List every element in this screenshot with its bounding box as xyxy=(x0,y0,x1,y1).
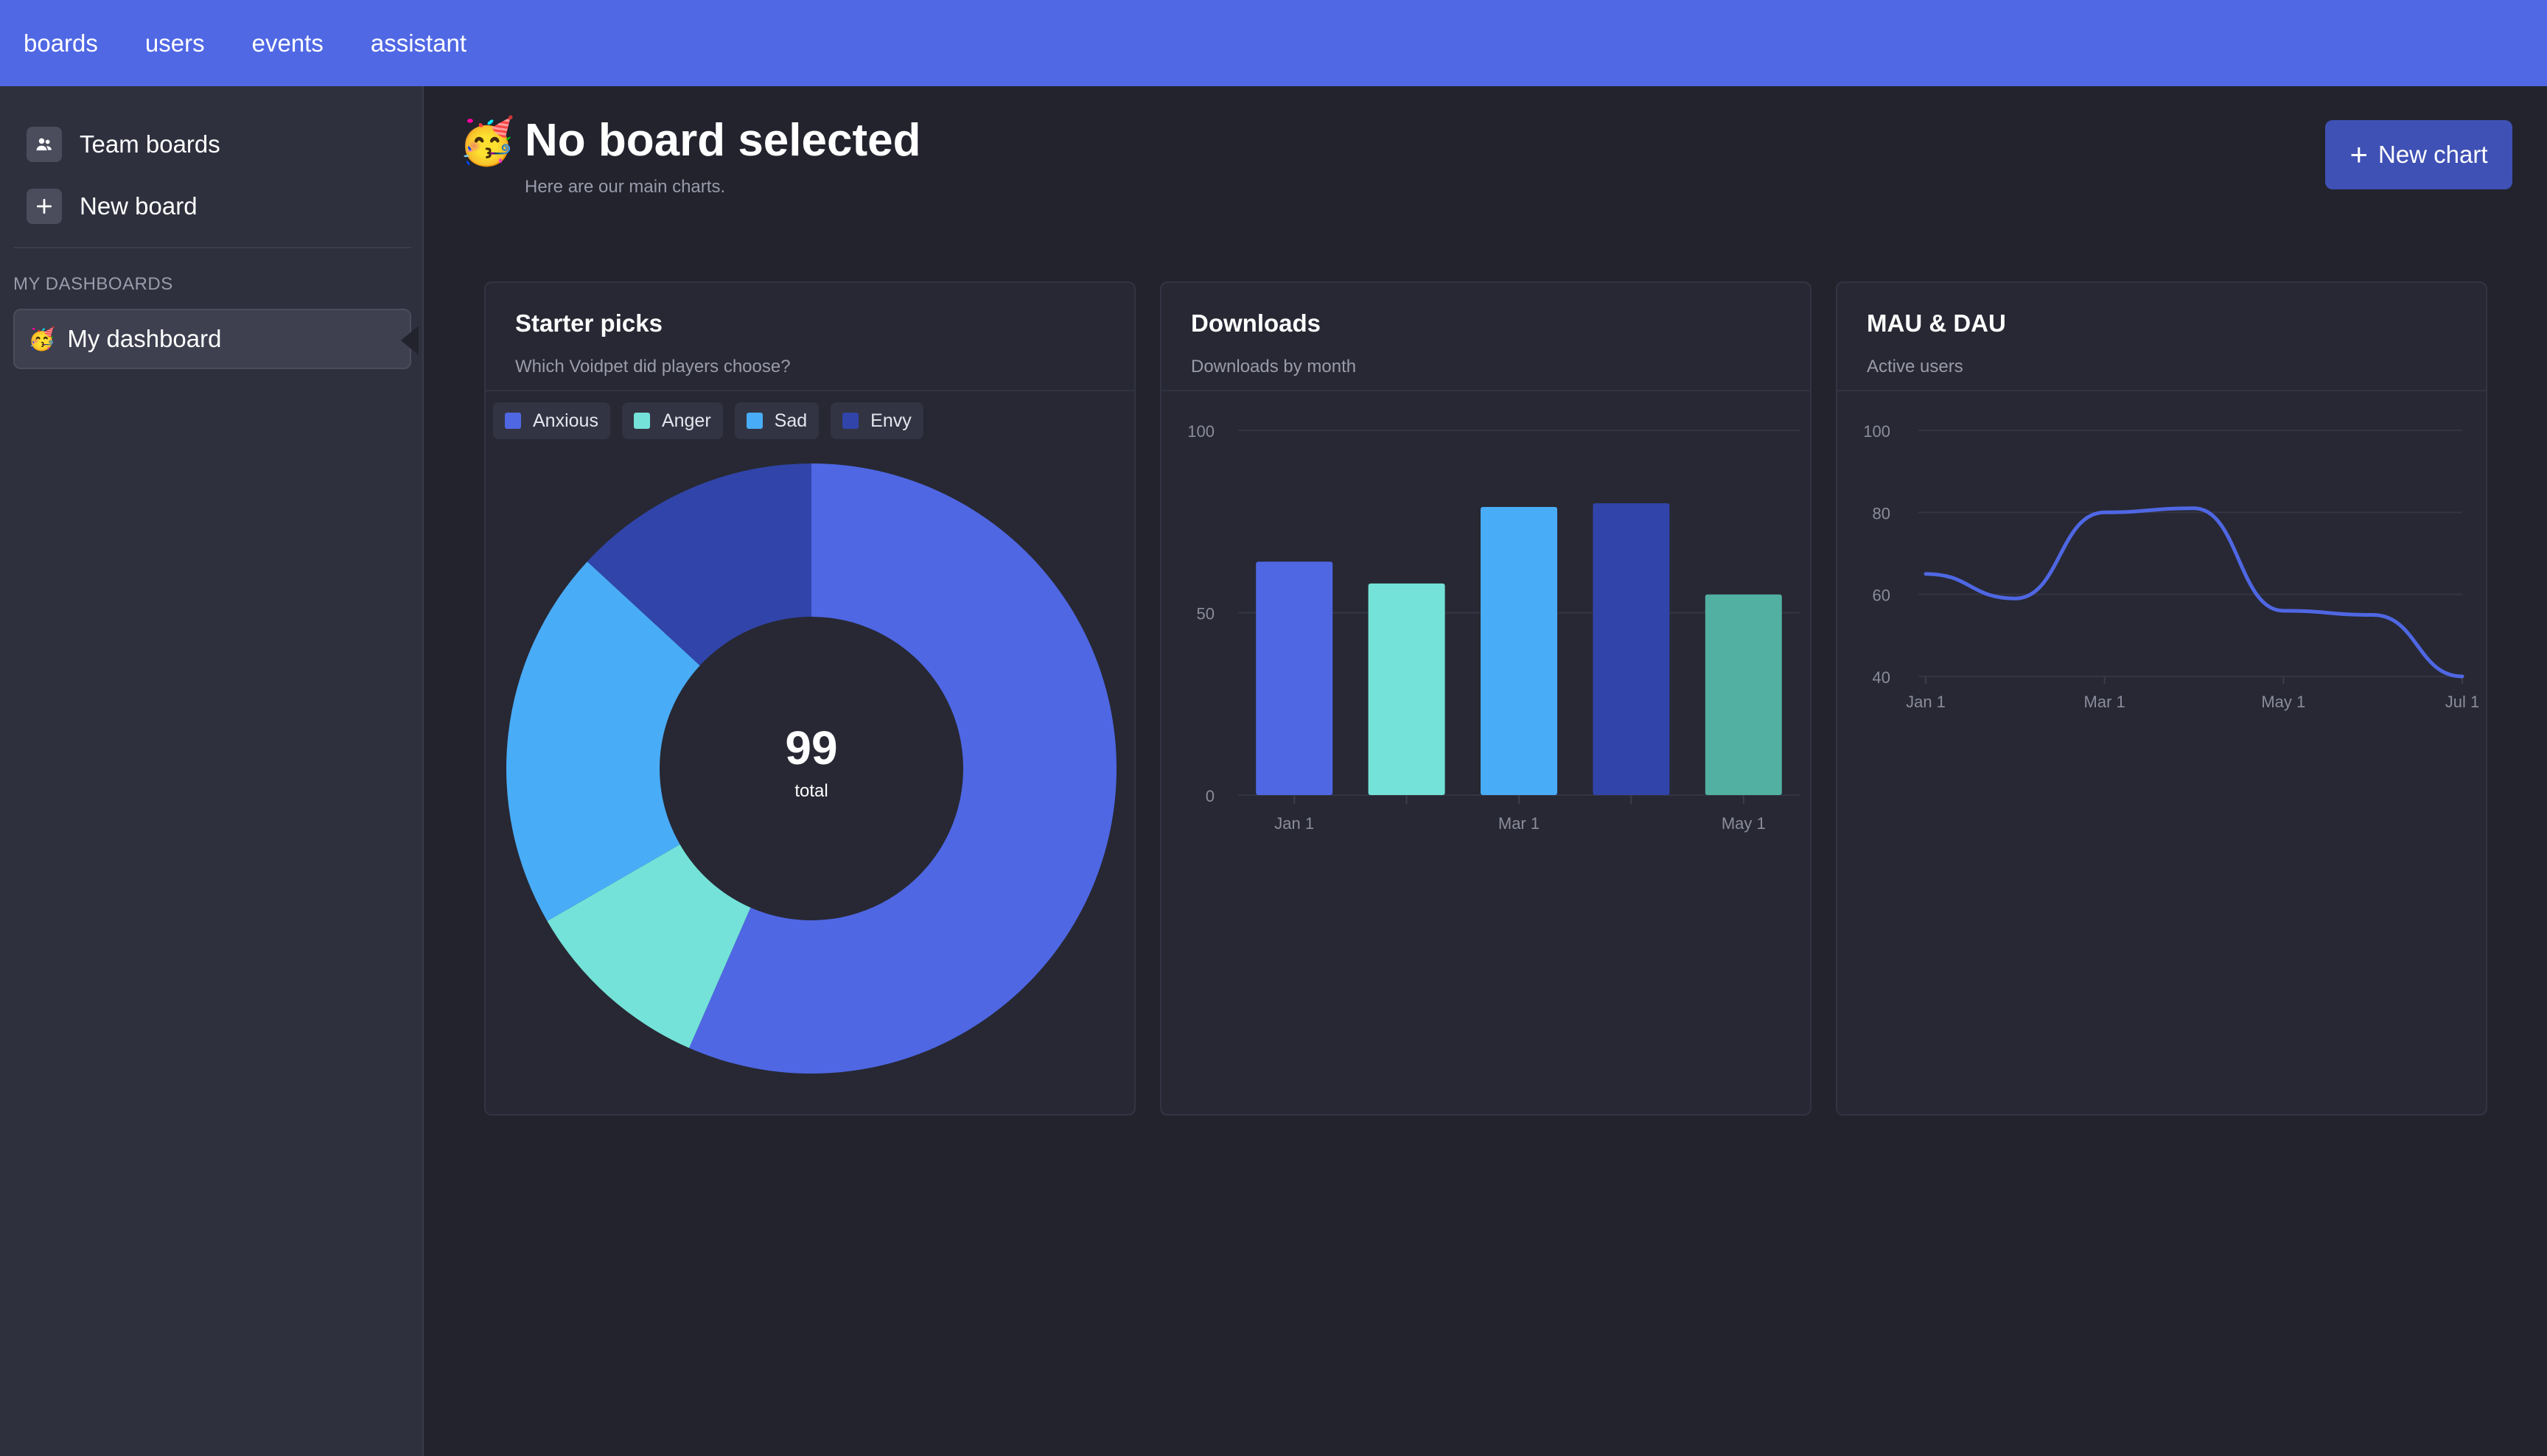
chart-card-downloads: Downloads Downloads by month 0 50 100 Jan 1… xyxy=(1160,281,1811,1116)
sidebar-item-label: Team boards xyxy=(80,130,220,158)
donut-center-value: 99 xyxy=(785,721,837,774)
plus-icon xyxy=(27,189,62,224)
nav-assistant[interactable]: assistant xyxy=(371,29,467,57)
top-navigation: boards users events assistant xyxy=(0,0,2547,86)
new-chart-button[interactable]: + New chart xyxy=(2325,120,2512,189)
sidebar-section-title: MY DASHBOARDS xyxy=(13,274,173,294)
nav-boards[interactable]: boards xyxy=(24,29,98,57)
new-chart-label: New chart xyxy=(2377,141,2488,168)
bar-chart: 0 50 100 Jan 1 Mar 1 May 1 xyxy=(1187,422,1800,833)
donut-chart: 99 total xyxy=(506,463,1117,1074)
nav-events[interactable]: events xyxy=(252,29,324,57)
sidebar-item-my-dashboard[interactable]: 🥳 My dashboard xyxy=(13,309,411,369)
page-subtitle: Here are our main charts. xyxy=(525,177,726,197)
nav-users[interactable]: users xyxy=(145,29,205,57)
y-tick-label: 40 xyxy=(1873,668,1890,687)
chart-card-mau-dau: MAU & DAU Active users 40 60 80 100 Jan 1 Mar… xyxy=(1836,281,2487,1116)
bar[interactable] xyxy=(1256,561,1333,795)
sidebar-item-team-boards[interactable]: Team boards xyxy=(27,127,220,162)
x-tick-label: Jul 1 xyxy=(2445,693,2479,711)
y-tick-label: 50 xyxy=(1197,605,1215,623)
party-face-icon: 🥳 xyxy=(28,326,56,351)
y-tick-label: 0 xyxy=(1206,787,1215,805)
line-chart: 40 60 80 100 Jan 1 Mar 1 May 1 Jul 1 xyxy=(1863,422,2479,711)
donut-center-label: total xyxy=(794,781,828,801)
x-tick-label: May 1 xyxy=(1722,814,1766,833)
x-tick-label: Jan 1 xyxy=(1906,693,1946,711)
y-tick-label: 100 xyxy=(1187,422,1215,441)
y-tick-label: 100 xyxy=(1863,422,1890,441)
x-tick-label: Mar 1 xyxy=(1498,814,1540,833)
series-line[interactable] xyxy=(1924,506,2464,679)
bar[interactable] xyxy=(1705,594,1782,795)
plus-icon: + xyxy=(2349,137,2368,172)
x-tick-label: Mar 1 xyxy=(2084,693,2125,711)
sidebar-item-new-board[interactable]: New board xyxy=(27,189,198,224)
sidebar-divider xyxy=(13,247,411,248)
sidebar: Team boards New board MY DASHBOARDS 🥳 My… xyxy=(0,86,424,1456)
bar[interactable] xyxy=(1593,503,1670,795)
dashboard-label: My dashboard xyxy=(67,325,222,352)
x-tick-label: Jan 1 xyxy=(1274,814,1314,833)
bar[interactable] xyxy=(1368,583,1445,795)
page-title: No board selected xyxy=(525,115,921,166)
bar[interactable] xyxy=(1481,506,1557,795)
x-tick-label: May 1 xyxy=(2261,693,2305,711)
y-tick-label: 80 xyxy=(1873,504,1890,522)
people-icon xyxy=(27,127,62,162)
chart-card-starter-picks: Starter picks Which Voidpet did players … xyxy=(484,281,1136,1116)
party-face-icon: 🥳 xyxy=(458,116,516,167)
y-tick-label: 60 xyxy=(1873,587,1890,605)
sidebar-item-label: New board xyxy=(80,192,198,220)
selection-notch xyxy=(401,326,419,355)
